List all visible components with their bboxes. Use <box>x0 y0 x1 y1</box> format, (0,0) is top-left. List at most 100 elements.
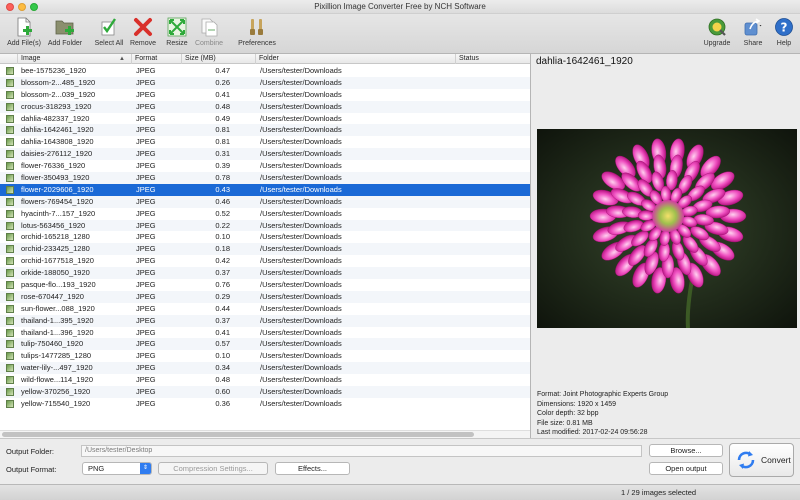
cell-size: 0.29 <box>215 291 230 301</box>
add-files-button[interactable]: Add File(s) <box>4 16 44 52</box>
help-button[interactable]: ? Help <box>772 16 796 52</box>
cell-size: 0.41 <box>215 327 230 337</box>
status-bar: 1 / 29 images selected <box>0 484 800 500</box>
table-row[interactable]: tulips-1477285_1280 JPEG 0.10/Users/tester… <box>0 350 530 362</box>
table-row[interactable]: lotus-563456_1920 JPEG 0.22/Users/tester/D… <box>0 219 530 232</box>
table-row[interactable]: thailand-1...396_1920 JPEG 0.41/Users/test… <box>0 327 530 339</box>
cell-size: 0.57 <box>215 339 230 349</box>
sort-up-icon: ▲ <box>119 56 125 62</box>
table-row[interactable]: bee-1575236_1920 JPEG 0.47/Users/tester/Do… <box>0 65 530 77</box>
table-row[interactable]: daisies-276112_1920 JPEG 0.31/Users/tester… <box>0 148 530 161</box>
table-row[interactable]: blossom-2...039_1920 JPEG 0.41/Users/teste… <box>0 89 530 101</box>
output-format-label: Output Format: <box>6 465 57 474</box>
table-row[interactable]: dahlia-482337_1920 JPEG 0.49/Users/tester/… <box>0 113 530 125</box>
image-file-icon <box>6 150 14 159</box>
select-all-button[interactable]: Select All <box>92 16 126 52</box>
image-file-icon <box>6 245 14 254</box>
cell-format: JPEG <box>136 280 156 290</box>
file-list[interactable]: Image ▲ Format Size (MB) Folder Status be… <box>0 54 531 438</box>
cell-format: JPEG <box>136 375 156 385</box>
table-row[interactable]: yellow-715540_1920 JPEG 0.36/Users/tester/… <box>0 398 530 410</box>
image-file-icon <box>6 233 14 242</box>
cell-folder: /Users/tester/Downloads <box>260 89 342 99</box>
table-row[interactable]: pasque-flo...193_1920 JPEG 0.76/Users/test… <box>0 279 530 291</box>
table-row[interactable]: flower-350493_1920 JPEG 0.78/Users/tester/… <box>0 172 530 184</box>
table-row[interactable]: yellow-370256_1920 JPEG 0.60/Users/tester/… <box>0 386 530 398</box>
cell-size: 0.22 <box>215 220 230 230</box>
table-row[interactable]: dahlia-1642461_1920 JPEG 0.81/Users/tester… <box>0 124 530 137</box>
open-output-button[interactable]: Open output <box>649 462 723 475</box>
share-button[interactable]: Share <box>738 16 768 52</box>
table-row[interactable]: dahlia-1643808_1920 JPEG 0.81/Users/tester… <box>0 136 530 148</box>
convert-label: Convert <box>761 455 791 465</box>
table-row[interactable]: orchid-1677518_1920 JPEG 0.42/Users/tester… <box>0 255 530 267</box>
effects-button[interactable]: Effects... <box>275 462 350 475</box>
table-row[interactable]: water-lily-...497_1920 JPEG 0.34/Users/tes… <box>0 362 530 375</box>
table-row[interactable]: hyacinth-7...157_1920 JPEG 0.52/Users/test… <box>0 208 530 220</box>
cell-format: JPEG <box>136 398 156 408</box>
meta-color-depth: Color depth: 32 bpp <box>537 410 599 417</box>
column-header-size[interactable]: Size (MB) <box>182 54 256 64</box>
remove-icon <box>134 18 152 36</box>
table-row[interactable]: flowers-769454_1920 JPEG 0.46/Users/tester… <box>0 195 530 208</box>
help-label: Help <box>776 40 792 47</box>
select-all-icon <box>101 18 116 36</box>
scrollbar-thumb[interactable] <box>2 432 474 437</box>
table-header: Image ▲ Format Size (MB) Folder Status <box>0 54 530 64</box>
column-header-format[interactable]: Format <box>132 54 182 64</box>
cell-format: JPEG <box>136 161 156 171</box>
cell-format: JPEG <box>136 125 156 135</box>
cell-format: JPEG <box>136 149 156 159</box>
close-window-button[interactable] <box>6 3 14 11</box>
remove-button[interactable]: Remove <box>128 16 158 52</box>
table-row[interactable]: orchid-165218_1280 JPEG 0.10/Users/tester/… <box>0 231 530 243</box>
compression-settings-button[interactable]: Compression Settings... <box>158 462 268 475</box>
cell-image-name: lotus-563456_1920 <box>21 220 86 230</box>
convert-button[interactable]: Convert <box>729 443 794 477</box>
cell-folder: /Users/tester/Downloads <box>260 101 342 111</box>
cell-folder: /Users/tester/Downloads <box>260 327 342 337</box>
table-row[interactable]: flower-76336_1920 JPEG 0.39/Users/tester/D… <box>0 160 530 172</box>
resize-button[interactable]: Resize <box>163 16 191 52</box>
cell-image-name: sun-flower...088_1920 <box>21 303 95 313</box>
maximize-window-button[interactable] <box>30 3 38 11</box>
cell-folder: /Users/tester/Downloads <box>260 387 342 397</box>
output-format-select[interactable]: PNG ⇕ <box>82 462 152 475</box>
cell-format: JPEG <box>136 208 156 218</box>
table-row[interactable]: flower-2029606_1920 JPEG 0.43/Users/tester… <box>0 183 530 196</box>
svg-text:?: ? <box>781 21 788 35</box>
cell-image-name: bee-1575236_1920 <box>21 66 87 75</box>
column-header-status[interactable]: Status <box>456 54 530 64</box>
cell-format: JPEG <box>136 327 156 337</box>
table-row[interactable]: tulip-750460_1920 JPEG 0.57/Users/tester/D… <box>0 338 530 351</box>
table-row[interactable]: rose-670447_1920 JPEG 0.29/Users/tester/Do… <box>0 290 530 303</box>
cell-image-name: thailand-1...395_1920 <box>21 315 94 325</box>
horizontal-scrollbar[interactable] <box>0 430 530 438</box>
add-folder-button[interactable]: Add Folder <box>46 16 84 52</box>
meta-file-size: File size: 0.81 MB <box>537 419 593 427</box>
table-row[interactable]: sun-flower...088_1920 JPEG 0.44/Users/test… <box>0 303 530 315</box>
preferences-button[interactable]: Preferences <box>236 16 278 52</box>
image-file-icon <box>6 185 14 194</box>
combine-button[interactable]: Combine <box>193 16 225 52</box>
cell-folder: /Users/tester/Downloads <box>260 363 342 373</box>
table-row[interactable]: orkide-188050_1920 JPEG 0.37/Users/tester/… <box>0 267 530 280</box>
column-header-folder[interactable]: Folder <box>256 54 456 64</box>
browse-button[interactable]: Browse... <box>649 444 723 457</box>
cell-image-name: orkide-188050_1920 <box>21 268 90 278</box>
image-file-icon <box>6 209 14 218</box>
table-row[interactable]: wild-flowe...114_1920 JPEG 0.48/Users/test… <box>0 374 530 386</box>
resize-icon <box>167 17 187 37</box>
table-row[interactable]: thailand-1...395_1920 JPEG 0.37/Users/test… <box>0 314 530 327</box>
output-folder-input[interactable]: /Users/tester/Desktop <box>81 445 642 457</box>
table-row[interactable]: blossom-2...485_1920 JPEG 0.26/Users/teste… <box>0 76 530 89</box>
column-header-image[interactable]: Image ▲ <box>18 54 132 64</box>
cell-image-name: tulips-1477285_1280 <box>21 351 92 361</box>
image-file-icon <box>6 399 14 408</box>
title-bar: Pixillion Image Converter Free by NCH So… <box>0 0 800 14</box>
table-row[interactable]: orchid-233425_1280 JPEG 0.18/Users/tester/… <box>0 243 530 256</box>
upgrade-button[interactable]: Upgrade <box>700 16 734 52</box>
table-row[interactable]: crocus-318293_1920 JPEG 0.48/Users/tester/… <box>0 100 530 113</box>
cell-folder: /Users/tester/Downloads <box>260 280 342 290</box>
minimize-window-button[interactable] <box>18 3 26 11</box>
